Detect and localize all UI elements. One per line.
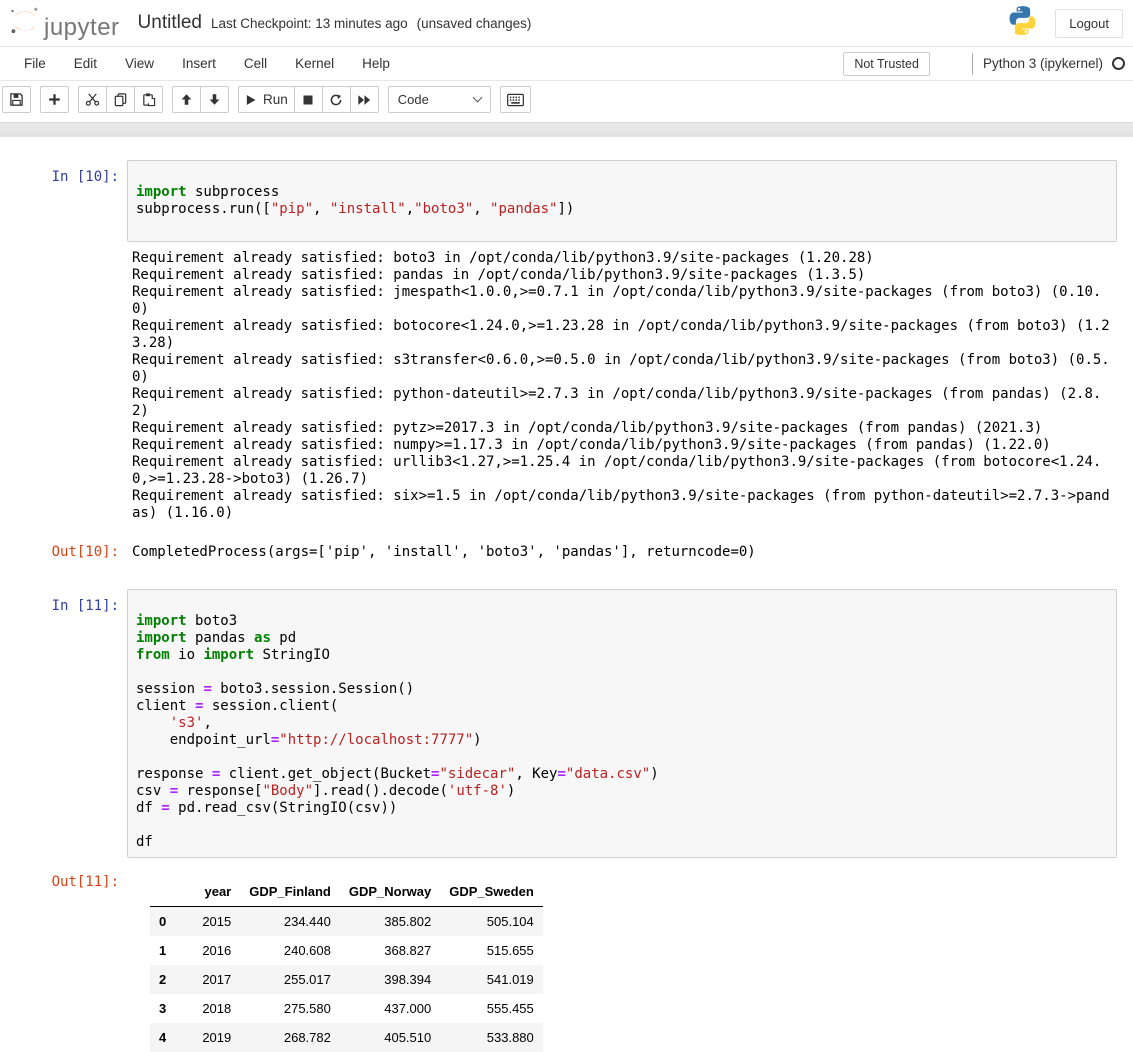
output-prompt: Out[11]: (0, 871, 119, 891)
copy-icon (113, 92, 128, 107)
move-up-icon (180, 93, 193, 106)
restart-run-all-button[interactable] (350, 86, 379, 113)
move-down-button[interactable] (200, 86, 229, 113)
menu-help[interactable]: Help (348, 48, 404, 79)
column-header: year (172, 877, 240, 907)
code-editor-1[interactable]: import subprocess subprocess.run(["pip",… (127, 160, 1117, 242)
add-cell-button[interactable] (40, 86, 69, 113)
command-palette-icon (507, 93, 524, 107)
table-row: 02015234.440385.802505.104 (150, 907, 543, 937)
stream-output-row-1: Requirement already satisfied: boto3 in … (0, 242, 1117, 526)
copy-button[interactable] (106, 86, 135, 113)
table-row: 12016240.608368.827515.655 (150, 936, 543, 965)
result-output-1: CompletedProcess(args=['pip', 'install',… (132, 544, 1117, 561)
table-row: 22017255.017398.394541.019 (150, 965, 543, 994)
not-trusted-badge[interactable]: Not Trusted (843, 52, 930, 76)
cut-icon (85, 92, 100, 107)
run-button[interactable]: Run (238, 86, 295, 113)
move-down-icon (208, 93, 221, 106)
restart-icon (329, 93, 343, 107)
menu-insert[interactable]: Insert (168, 48, 230, 79)
kernel-separator (972, 53, 973, 75)
jupyter-logo-text: jupyter (44, 16, 120, 43)
dataframe-table: yearGDP_FinlandGDP_NorwayGDP_Sweden02015… (150, 877, 543, 1052)
table-row: 42019268.782405.510533.880 (150, 1023, 543, 1052)
column-header: GDP_Norway (340, 877, 440, 907)
menu-cell[interactable]: Cell (230, 48, 281, 79)
notebook-header: jupyter Untitled Last Checkpoint: 13 min… (0, 0, 1133, 46)
save-button[interactable] (2, 86, 31, 113)
menu-kernel[interactable]: Kernel (281, 48, 348, 79)
code-cell-2: In [11]: import boto3 import pandas as p… (0, 589, 1117, 858)
menu-file[interactable]: File (10, 48, 60, 79)
jupyter-logo-icon (8, 4, 42, 43)
python-logo-icon (1006, 4, 1039, 42)
code-editor-2[interactable]: import boto3 import pandas as pd from io… (127, 589, 1117, 858)
result-output-row-2: Out[11]: yearGDP_FinlandGDP_NorwayGDP_Sw… (0, 871, 1117, 1052)
chevron-down-icon (472, 93, 482, 103)
code-content-1: import subprocess subprocess.run(["pip",… (136, 167, 1108, 235)
stop-icon (302, 94, 314, 106)
menu-bar: File Edit View Insert Cell Kernel Help N… (0, 46, 1133, 81)
code-content-2: import boto3 import pandas as pd from io… (136, 596, 1108, 851)
result-output-row-1: Out[10]: CompletedProcess(args=['pip', '… (0, 539, 1117, 565)
restart-kernel-button[interactable] (322, 86, 351, 113)
menu-view[interactable]: View (111, 48, 168, 79)
logout-button[interactable]: Logout (1055, 9, 1123, 38)
run-icon (245, 94, 257, 106)
save-icon (9, 92, 24, 107)
cut-button[interactable] (78, 86, 107, 113)
restart-run-all-icon (357, 93, 371, 107)
header-divider (0, 122, 1133, 137)
paste-button[interactable] (134, 86, 163, 113)
notebook-area: In [10]: import subprocess subprocess.ru… (0, 137, 1133, 1052)
toolbar: Run Code (0, 81, 1133, 122)
stop-button[interactable] (294, 86, 323, 113)
add-cell-icon (48, 93, 61, 106)
column-header: GDP_Finland (240, 877, 340, 907)
table-row: 32018275.580437.000555.455 (150, 994, 543, 1023)
cell-type-dropdown[interactable]: Code (388, 86, 491, 113)
cell-type-value: Code (398, 92, 429, 107)
jupyter-logo[interactable]: jupyter (8, 4, 120, 43)
paste-icon (141, 92, 156, 107)
move-up-button[interactable] (172, 86, 201, 113)
input-prompt: In [10]: (0, 160, 119, 186)
command-palette-button[interactable] (500, 86, 531, 113)
run-button-label: Run (263, 92, 288, 107)
menu-edit[interactable]: Edit (60, 48, 111, 79)
checkpoint-status: Last Checkpoint: 13 minutes ago (211, 16, 408, 31)
unsaved-changes-label: (unsaved changes) (417, 16, 532, 31)
code-cell-1: In [10]: import subprocess subprocess.ru… (0, 160, 1117, 242)
output-prompt: Out[10]: (0, 539, 119, 561)
column-header: GDP_Sweden (440, 877, 543, 907)
kernel-idle-icon (1112, 57, 1125, 70)
notebook-title[interactable]: Untitled (138, 12, 202, 34)
input-prompt: In [11]: (0, 589, 119, 615)
kernel-name-label: Python 3 (ipykernel) (983, 56, 1103, 71)
stream-output-1: Requirement already satisfied: boto3 in … (132, 250, 1112, 522)
